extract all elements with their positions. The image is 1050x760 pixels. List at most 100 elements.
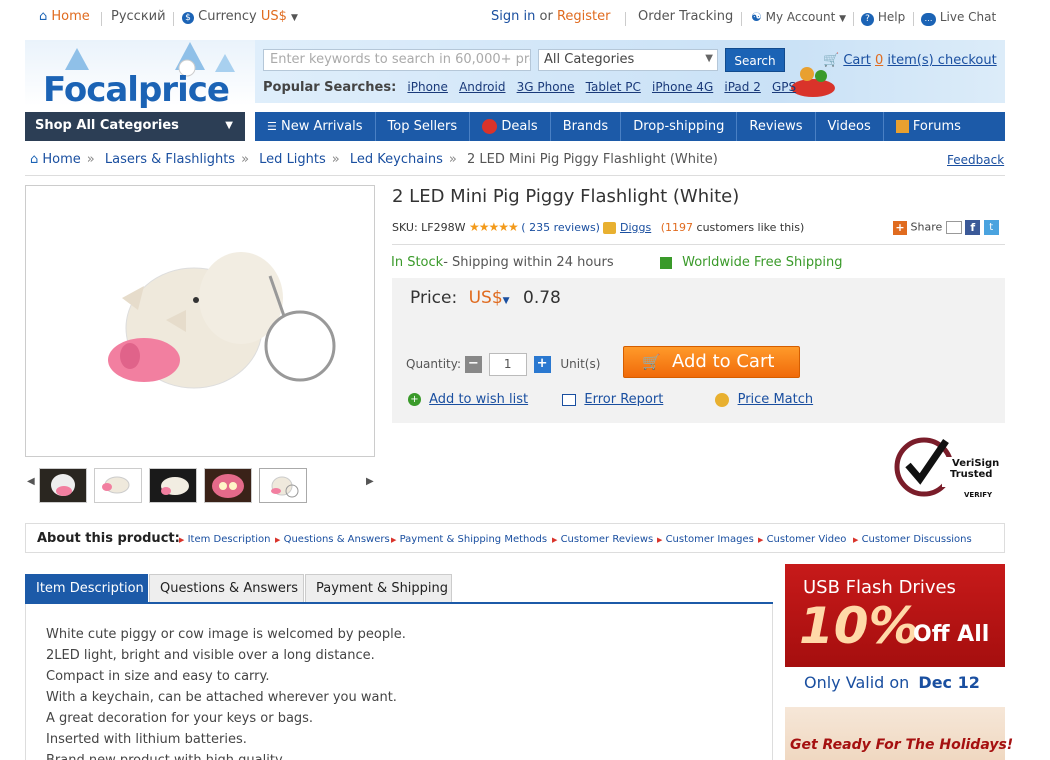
wish-list-link[interactable]: + Add to wish list — [408, 392, 532, 407]
thumbnail[interactable] — [94, 468, 142, 503]
about-link-item-description[interactable]: ▶ Item Description — [179, 534, 270, 545]
nav-deals[interactable]: Deals — [470, 112, 551, 141]
breadcrumb-led-lights[interactable]: Led Lights — [259, 152, 326, 167]
category-select[interactable]: All Categories ▼ — [538, 49, 718, 71]
price-value: 0.78 — [523, 288, 561, 308]
about-product-bar: About this product: ▶ Item Description ▶… — [25, 523, 1005, 553]
share-icon[interactable]: + — [893, 220, 907, 235]
email-icon[interactable] — [945, 221, 962, 234]
holiday-promo-banner[interactable]: Get Ready For The Holidays! — [785, 707, 1013, 760]
search-input[interactable]: Enter keywords to search in 60,000+ prod… — [263, 49, 531, 71]
product-main-image[interactable] — [25, 185, 375, 457]
price-match-link[interactable]: Price Match — [715, 392, 813, 407]
order-tracking-link[interactable]: Order Tracking — [638, 9, 733, 24]
breadcrumb-lasers[interactable]: Lasers & Flashlights — [105, 152, 235, 167]
chevron-down-icon: ▼ — [502, 296, 510, 306]
description-line: Brand new product with high quality. — [46, 750, 406, 760]
price-currency-selector[interactable]: US$▼ — [469, 288, 515, 308]
tab-payment-shipping[interactable]: Payment & Shipping — [305, 574, 452, 602]
coins-icon — [715, 392, 730, 407]
about-link-video[interactable]: ▶ Customer Video — [758, 534, 846, 545]
popular-search-link[interactable]: Android — [459, 80, 505, 94]
thumbnail-selected[interactable] — [259, 468, 307, 503]
help-icon: ? — [861, 13, 874, 26]
product-title: 2 LED Mini Pig Piggy Flashlight (White) — [392, 186, 740, 207]
pig-flashlight-image — [108, 252, 336, 389]
deals-icon — [482, 119, 498, 134]
search-button[interactable]: Search — [725, 48, 785, 72]
add-to-cart-button[interactable]: 🛒 Add to Cart — [623, 346, 800, 378]
cart-link[interactable]: 🛒 Cart 0 item(s) checkout — [823, 53, 997, 68]
chevron-down-icon: ▼ — [291, 13, 298, 23]
register-link[interactable]: Register — [557, 9, 611, 24]
rss-icon: ☰ — [267, 120, 277, 133]
sign-in-link[interactable]: Sign in or Register — [491, 9, 610, 24]
focalprice-logo[interactable]: Focalprice — [43, 70, 230, 110]
breadcrumb-current: 2 LED Mini Pig Piggy Flashlight (White) — [466, 152, 718, 167]
nav-videos[interactable]: Videos — [816, 112, 884, 141]
popular-search-link[interactable]: Tablet PC — [586, 80, 641, 94]
popular-search-link[interactable]: iPad 2 — [724, 80, 760, 94]
decrease-quantity-button[interactable]: − — [464, 356, 482, 373]
top-bar: ⌂ Home Русский $ Currency US$ ▼ Sign in … — [25, 4, 1005, 32]
report-icon — [562, 393, 577, 406]
dollar-icon: $ — [182, 12, 194, 24]
chevron-down-icon: ▼ — [839, 14, 847, 24]
thumbnail[interactable] — [149, 468, 197, 503]
tab-questions-answers[interactable]: Questions & Answers — [149, 574, 304, 602]
facebook-icon[interactable]: f — [965, 220, 981, 235]
nav-reviews[interactable]: Reviews — [737, 112, 816, 141]
error-report-link[interactable]: Error Report — [562, 392, 667, 407]
popular-searches: Popular Searches: iPhone Android 3G Phon… — [263, 80, 797, 95]
increase-quantity-button[interactable]: + — [533, 356, 551, 373]
popular-search-link[interactable]: 3G Phone — [517, 80, 575, 94]
usb-promo-banner[interactable]: USB Flash Drives 10% Off All — [785, 564, 1005, 667]
shipping-icon — [660, 256, 672, 269]
description-line: 2LED light, bright and visible over a lo… — [46, 648, 375, 663]
tab-item-description[interactable]: Item Description — [25, 574, 148, 602]
breadcrumb-home[interactable]: Home — [42, 152, 80, 167]
description-line: Compact in size and easy to carry. — [46, 669, 270, 684]
thumbnail[interactable] — [204, 468, 252, 503]
chevron-left-icon[interactable]: ◀ — [27, 476, 35, 487]
sku-value: LF298W — [421, 221, 466, 234]
breadcrumb-led-keychains[interactable]: Led Keychains — [350, 152, 443, 167]
about-link-discussions[interactable]: ▶ Customer Discussions — [853, 534, 972, 545]
about-link-payment[interactable]: ▶ Payment & Shipping Methods — [391, 534, 547, 545]
twitter-icon[interactable]: t — [983, 220, 999, 235]
price-box: Price: US$▼ 0.78 Quantity: − 1 + Unit(s)… — [392, 278, 1005, 423]
product-actions: + Add to wish list Error Report Price Ma… — [408, 392, 813, 407]
forums-icon — [895, 120, 909, 133]
cart-icon: 🛒 — [642, 353, 661, 371]
russian-link[interactable]: Русский — [111, 9, 166, 24]
popular-search-link[interactable]: iPhone — [407, 80, 448, 94]
nav-forums[interactable]: Forums — [884, 112, 973, 141]
quantity-input[interactable]: 1 — [488, 353, 527, 376]
shop-all-categories-button[interactable]: Shop All Categories ▼ — [25, 112, 245, 141]
chat-icon: … — [921, 13, 936, 26]
chevron-right-icon[interactable]: ▶ — [366, 476, 374, 487]
chevron-down-icon: ▼ — [705, 53, 713, 64]
popular-search-link[interactable]: GPS — [772, 80, 796, 94]
live-chat-link[interactable]: … Live Chat — [921, 10, 996, 26]
reviews-link[interactable]: ( 235 reviews) — [521, 221, 600, 234]
thumbnail-strip: ◀ ▶ — [25, 466, 375, 506]
home-icon: ⌂ — [39, 9, 48, 24]
about-link-questions[interactable]: ▶ Questions & Answers — [275, 534, 390, 545]
about-link-images[interactable]: ▶ Customer Images — [657, 534, 754, 545]
nav-drop-shipping[interactable]: Drop-shipping — [621, 112, 738, 141]
verisign-seal[interactable]: VeriSign Trusted VERIFY — [892, 435, 1005, 500]
price-row: Price: US$▼ 0.78 — [410, 288, 561, 308]
thumbnail[interactable] — [39, 468, 87, 503]
help-link[interactable]: ? Help — [861, 10, 905, 26]
my-account-menu[interactable]: ☯ My Account ▼ — [751, 10, 846, 24]
about-link-reviews[interactable]: ▶ Customer Reviews — [552, 534, 653, 545]
currency-selector[interactable]: $ Currency US$ ▼ — [182, 9, 298, 24]
nav-brands[interactable]: Brands — [551, 112, 622, 141]
nav-new-arrivals[interactable]: ☰ New Arrivals — [255, 112, 376, 141]
diggs-link[interactable]: Diggs — [620, 221, 651, 234]
popular-search-link[interactable]: iPhone 4G — [652, 80, 713, 94]
nav-top-sellers[interactable]: Top Sellers — [376, 112, 471, 141]
feedback-link[interactable]: Feedback — [947, 153, 1004, 167]
home-link[interactable]: ⌂ Home — [39, 9, 90, 24]
